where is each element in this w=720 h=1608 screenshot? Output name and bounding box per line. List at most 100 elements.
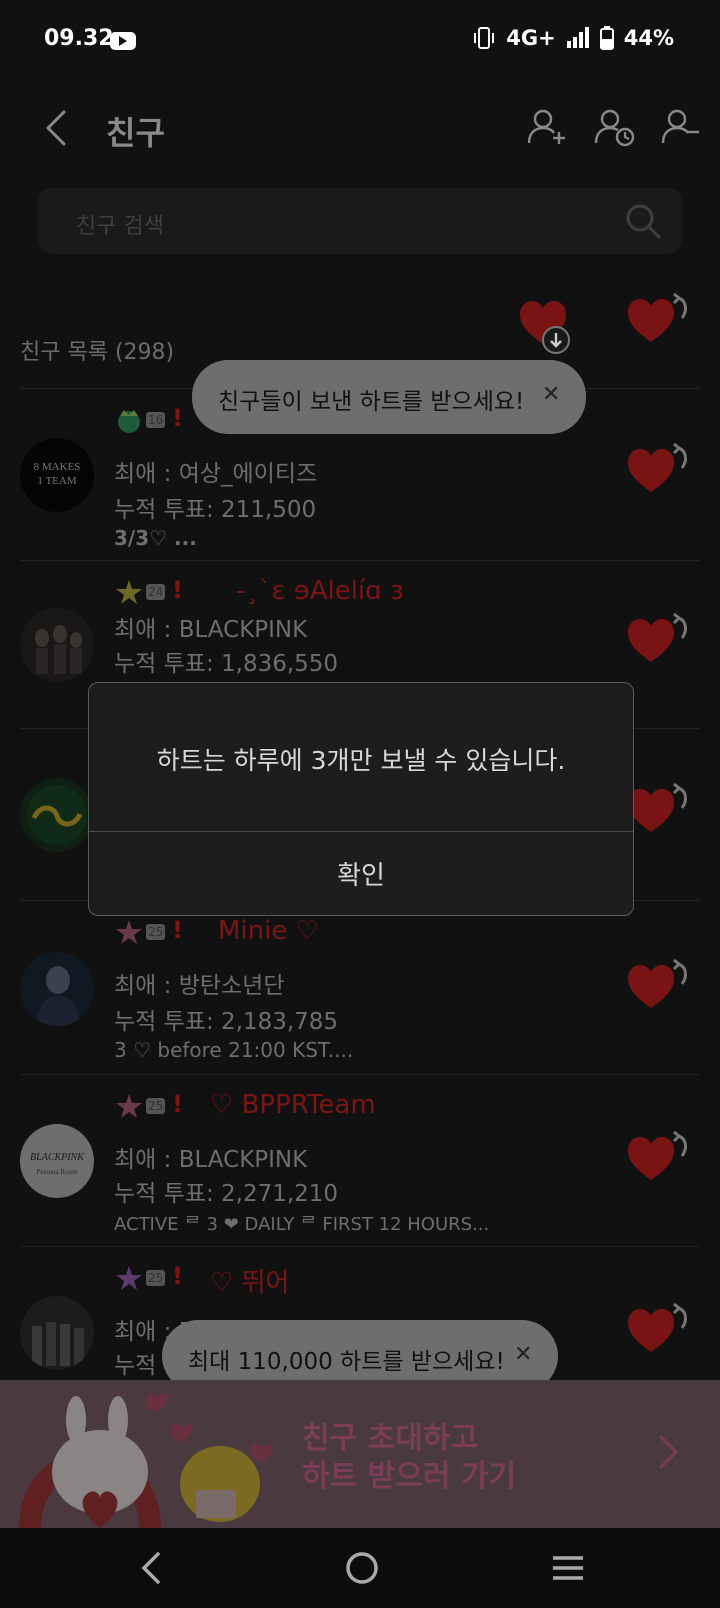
level-badge: 25	[114, 918, 166, 946]
favorite-artist: 최애 : BLACKPINK	[114, 617, 308, 643]
home-icon	[346, 1552, 378, 1584]
heart-return-icon	[628, 782, 687, 832]
heart-return-icon	[628, 1302, 687, 1352]
vote-total: 누적 투표: 2,271,210	[114, 1181, 339, 1207]
svg-text:Persona Room: Persona Room	[36, 1168, 78, 1176]
vote-total: 누적 투표: 1,836,550	[114, 651, 339, 677]
friend-row[interactable]: 25 ! ♡ BPPRTeam BLACKPINK Persona Room 최…	[0, 1074, 720, 1246]
send-all-hearts-button[interactable]	[626, 292, 692, 348]
status-bar: 09.32 4G+ 44%	[0, 0, 720, 80]
avatar-image	[27, 785, 87, 845]
friend-row[interactable]: 25 ! Minie ♡ 최애 : 방탄소년단 누적 투표: 2,183,785…	[0, 900, 720, 1074]
chevron-right-icon	[658, 1434, 679, 1470]
heart-return-icon	[628, 1130, 687, 1180]
heart-return-icon	[628, 292, 687, 342]
star-badge-icon	[116, 580, 142, 604]
avatar-image	[32, 1322, 84, 1366]
friend-nickname: Minie ♡	[218, 916, 319, 946]
divider	[20, 1246, 700, 1247]
svg-text:1 TEAM: 1 TEAM	[37, 475, 76, 487]
battery-icon	[599, 26, 614, 50]
tooltip-text: 친구들이 보낸 하트를 받으세요!	[218, 389, 525, 415]
divider	[20, 1074, 700, 1075]
remove-friend-icon	[661, 109, 699, 144]
svg-text:8 MAKES: 8 MAKES	[34, 461, 81, 473]
send-heart-button[interactable]	[626, 958, 692, 1014]
add-friend-button[interactable]	[526, 106, 568, 148]
favorite-artist: 최애 : 방탄소년단	[114, 973, 285, 999]
avatar: BLACKPINK Persona Room	[20, 1124, 94, 1198]
receive-all-hearts-button[interactable]	[518, 300, 574, 362]
page-title: 친구	[106, 114, 165, 152]
send-heart-button[interactable]	[626, 1130, 692, 1186]
send-heart-button[interactable]	[626, 442, 692, 498]
banner-line-1: 친구 초대하고	[302, 1421, 479, 1456]
friend-nickname: -¸`ɛ ɘAlelíɑ ɜ	[236, 576, 404, 606]
alert-mark: !	[172, 916, 183, 944]
heart-return-icon	[628, 612, 687, 662]
heart-return-icon	[628, 442, 687, 492]
nav-home-button[interactable]	[344, 1550, 380, 1590]
level-number: 25	[146, 1270, 166, 1286]
friend-clock-icon	[594, 109, 635, 147]
youtube-notification-icon	[110, 32, 136, 50]
favorite-artist: 최애 : 여상_에이티즈	[114, 461, 318, 487]
network-type: 4G+	[506, 26, 556, 50]
svg-text:BLACKPINK: BLACKPINK	[30, 1152, 85, 1163]
heart-download-icon	[520, 301, 570, 354]
avatar-image: 8 MAKES 1 TEAM	[34, 461, 81, 487]
send-heart-button[interactable]	[626, 782, 692, 838]
back-arrow-icon	[46, 110, 66, 146]
ok-button[interactable]: 확인	[89, 832, 633, 914]
dialog-message: 하트는 하루에 3개만 보낼 수 있습니다.	[156, 746, 566, 775]
alert-dialog: 하트는 하루에 3개만 보낼 수 있습니다. 확인	[88, 682, 634, 916]
friend-nickname: ♡ BPPRTeam	[210, 1090, 376, 1120]
status-time: 09.32	[44, 26, 114, 51]
send-heart-button[interactable]	[626, 612, 692, 668]
back-button[interactable]	[40, 106, 74, 150]
avatar-image	[36, 966, 80, 1026]
divider	[20, 560, 700, 561]
banner-illustration	[19, 1394, 273, 1528]
close-icon[interactable]: ✕	[514, 1342, 532, 1367]
search-placeholder: 친구 검색	[76, 214, 164, 239]
avatar	[20, 608, 94, 682]
search-input[interactable]: 친구 검색	[38, 188, 682, 254]
level-badge: 25	[114, 1092, 166, 1120]
recents-icon	[553, 1556, 583, 1580]
back-icon	[141, 1552, 160, 1584]
level-badge: 16	[114, 406, 166, 434]
battery-percent: 44%	[623, 26, 674, 50]
crown-badge-icon	[118, 410, 140, 433]
receive-hearts-tooltip[interactable]: 친구들이 보낸 하트를 받으세요! ✕	[192, 360, 586, 434]
avatar-image: BLACKPINK Persona Room	[30, 1152, 85, 1176]
star-badge-icon	[116, 1094, 142, 1118]
vote-total: 누적 투표: 211,500	[114, 497, 317, 523]
status-message: 3/3♡ ...	[114, 526, 197, 550]
remove-friend-button[interactable]	[660, 106, 702, 148]
avatar	[20, 778, 94, 852]
alert-mark: !	[172, 1262, 183, 1290]
heart-return-icon	[628, 958, 687, 1008]
send-heart-button[interactable]	[626, 1302, 692, 1358]
status-message: ACTIVE ᄅ 3 ❤ DAILY ᄅ FIRST 12 HOURS...	[114, 1214, 490, 1235]
avatar-image	[35, 625, 82, 674]
search-icon	[626, 204, 661, 239]
alert-mark: !	[172, 576, 183, 604]
system-nav-bar	[0, 1528, 720, 1608]
favorite-artist: 최애 : BLACKPINK	[114, 1147, 308, 1173]
friends-list-count: 친구 목록 (298)	[20, 340, 175, 365]
level-badge: 24	[114, 578, 166, 606]
nav-recents-button[interactable]	[550, 1550, 586, 1590]
avatar	[20, 1296, 94, 1370]
alert-mark: !	[172, 404, 183, 432]
nav-back-button[interactable]	[140, 1550, 164, 1590]
friend-requests-button[interactable]	[594, 106, 636, 148]
level-number: 24	[146, 584, 166, 600]
friend-nickname: ♡ 뛰어	[210, 1268, 290, 1298]
close-icon[interactable]: ✕	[542, 382, 560, 407]
avatar: 8 MAKES 1 TEAM	[20, 438, 94, 512]
alert-mark: !	[172, 1090, 183, 1118]
invite-banner[interactable]: 친구 초대하고 하트 받으러 가기	[0, 1380, 720, 1528]
app-header: 친구	[0, 88, 720, 168]
